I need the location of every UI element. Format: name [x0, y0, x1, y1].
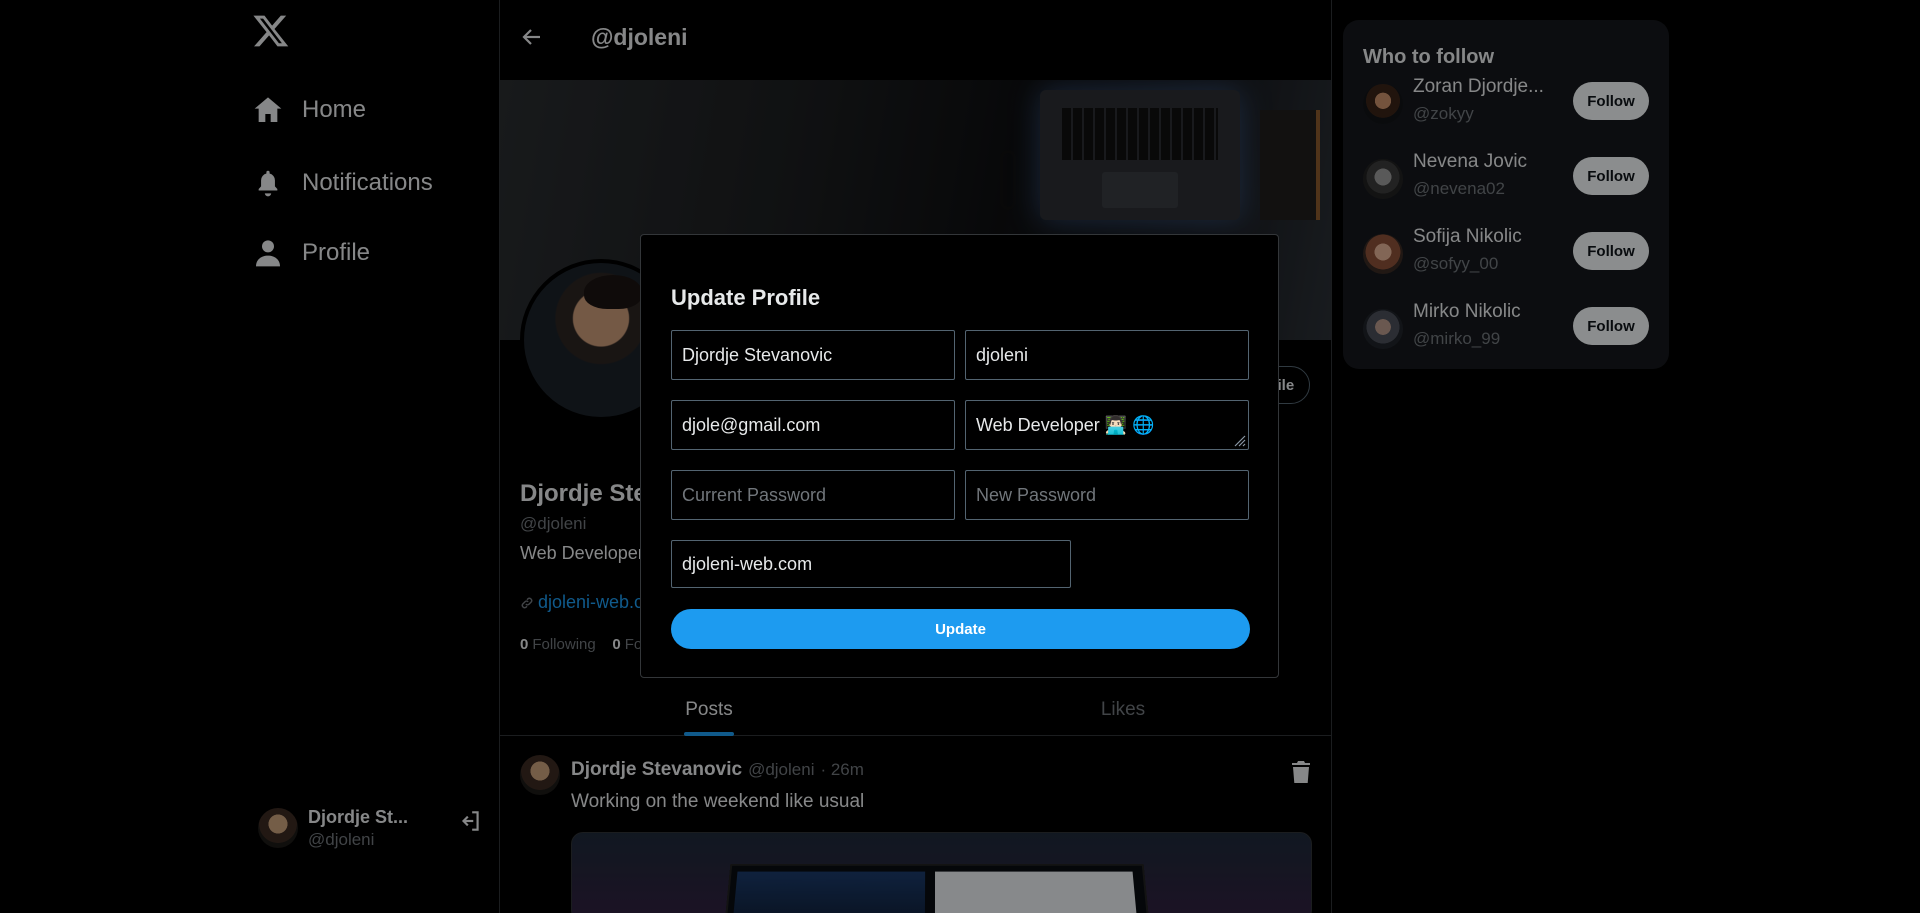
app-root: Home Notifications Profile Djordje St...… [0, 0, 1920, 913]
bio-textarea-value: Web Developer 👨🏻‍💻 🌐 [976, 414, 1155, 435]
username-field[interactable] [965, 330, 1249, 380]
update-button[interactable]: Update [671, 609, 1250, 649]
new-password-field[interactable] [965, 470, 1249, 520]
resize-grip-icon[interactable] [1232, 433, 1246, 447]
modal-title: Update Profile [671, 285, 821, 310]
bio-textarea[interactable]: Web Developer 👨🏻‍💻 🌐 [965, 400, 1249, 450]
email-field[interactable] [671, 400, 955, 450]
update-profile-modal: Update Profile Web Developer 👨🏻‍💻 🌐 Upda… [640, 234, 1279, 678]
website-field[interactable] [671, 540, 1071, 588]
name-field[interactable] [671, 330, 955, 380]
current-password-field[interactable] [671, 470, 955, 520]
